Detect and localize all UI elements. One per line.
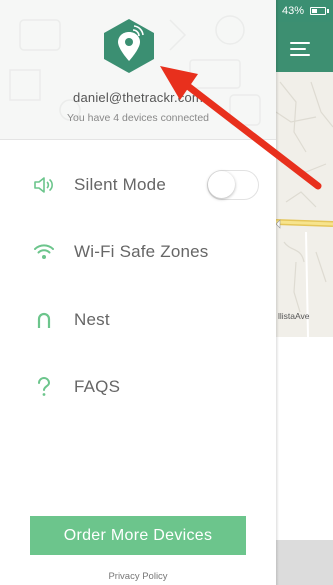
wifi-icon xyxy=(33,241,55,263)
battery-icon xyxy=(310,7,326,15)
trackr-logo-icon xyxy=(104,19,154,73)
menu-icon[interactable] xyxy=(290,42,310,56)
status-bar: 43% xyxy=(276,0,333,22)
toggle-knob xyxy=(208,171,235,198)
nest-label: Nest xyxy=(74,310,110,329)
nest-icon xyxy=(33,309,55,331)
faqs-label: FAQS xyxy=(74,377,121,396)
map-bottom-bar xyxy=(276,540,333,585)
privacy-policy-link[interactable]: Privacy Policy xyxy=(0,571,276,582)
battery-fill xyxy=(312,9,317,13)
drawer-shadow xyxy=(276,0,279,585)
order-more-devices-button[interactable]: Order More Devices xyxy=(30,516,246,555)
menu-item-silent-mode[interactable]: Silent Mode xyxy=(0,160,276,210)
menu-item-faqs[interactable]: FAQS xyxy=(0,362,276,412)
speaker-icon xyxy=(33,174,55,196)
silent-mode-label: Silent Mode xyxy=(74,175,166,194)
wifi-safe-zones-label: Wi-Fi Safe Zones xyxy=(74,242,209,261)
drawer-header: daniel@thetrackr.com You have 4 devices … xyxy=(0,0,276,140)
menu-item-nest[interactable]: Nest xyxy=(0,295,276,345)
menu-item-wifi-safe-zones[interactable]: Wi-Fi Safe Zones xyxy=(0,227,276,277)
navigation-drawer: daniel@thetrackr.com You have 4 devices … xyxy=(0,0,276,585)
app-top-bar xyxy=(276,22,333,72)
question-icon xyxy=(33,376,55,398)
map-screen-background: 43% llistaAve xyxy=(276,0,333,585)
battery-tip xyxy=(327,9,329,13)
battery-percentage: 43% xyxy=(282,5,305,17)
map-view[interactable] xyxy=(276,72,333,337)
account-email: daniel@thetrackr.com xyxy=(73,90,203,105)
silent-mode-toggle[interactable] xyxy=(207,170,259,200)
devices-connected-text: You have 4 devices connected xyxy=(66,112,210,124)
map-street-label: llistaAve xyxy=(278,311,310,321)
